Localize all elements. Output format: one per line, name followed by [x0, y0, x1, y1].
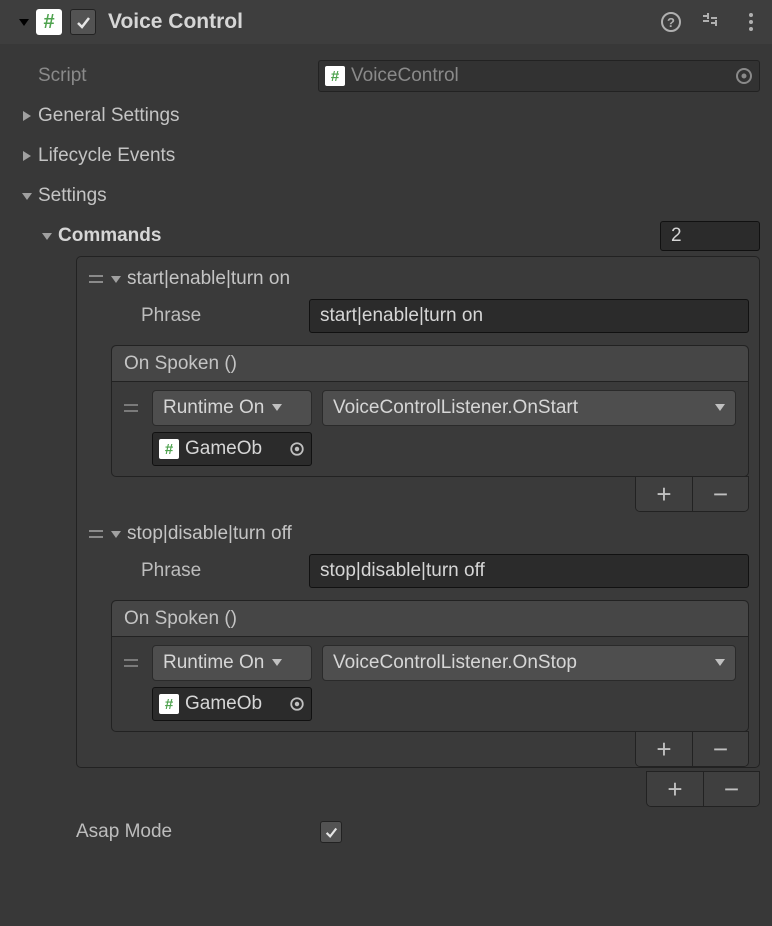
event-remove-button[interactable]: − — [692, 477, 748, 511]
element-title: stop|disable|turn off — [127, 523, 292, 545]
element-foldout[interactable] — [109, 272, 127, 286]
commands-label: Commands — [58, 225, 161, 247]
element-title: start|enable|turn on — [127, 268, 290, 290]
csharp-script-icon: # — [36, 9, 62, 35]
event-header: On Spoken () — [112, 601, 748, 637]
callstate-dropdown[interactable]: Runtime On — [152, 645, 312, 681]
element-foldout[interactable] — [109, 527, 127, 541]
function-dropdown[interactable]: VoiceControlListener.OnStart — [322, 390, 736, 426]
event-add-button[interactable]: + — [636, 477, 692, 511]
lifecycle-events-foldout[interactable]: Lifecycle Events — [0, 136, 772, 176]
csharp-script-icon: # — [159, 694, 179, 714]
reorder-handle-icon[interactable] — [87, 528, 105, 540]
settings-label: Settings — [38, 185, 107, 207]
commands-size-field[interactable]: 2 — [660, 221, 760, 251]
general-settings-label: General Settings — [38, 105, 180, 127]
object-picker-icon[interactable] — [289, 441, 305, 457]
help-icon[interactable]: ? — [660, 11, 682, 33]
csharp-script-icon: # — [159, 439, 179, 459]
reorder-handle-icon[interactable] — [87, 273, 105, 285]
event-add-button[interactable]: + — [636, 732, 692, 766]
object-picker-icon[interactable] — [735, 67, 753, 85]
csharp-script-icon: # — [325, 66, 345, 86]
chevron-down-icon — [272, 659, 282, 667]
callstate-dropdown[interactable]: Runtime On — [152, 390, 312, 426]
commands-add-button[interactable]: + — [647, 772, 703, 806]
chevron-down-icon — [272, 404, 282, 412]
phrase-input[interactable]: start|enable|turn on — [309, 299, 749, 333]
function-dropdown[interactable]: VoiceControlListener.OnStop — [322, 645, 736, 681]
commands-list: start|enable|turn on Phrase start|enable… — [76, 256, 760, 768]
asap-mode-label: Asap Mode — [76, 821, 320, 843]
on-spoken-event: On Spoken () Runtime On VoiceControlList… — [111, 345, 749, 477]
presets-icon[interactable] — [700, 11, 722, 33]
component-foldout[interactable] — [16, 12, 32, 32]
reorder-handle-icon[interactable] — [124, 657, 142, 669]
object-picker-icon[interactable] — [289, 696, 305, 712]
event-remove-button[interactable]: − — [692, 732, 748, 766]
script-label: Script — [38, 65, 318, 87]
phrase-input[interactable]: stop|disable|turn off — [309, 554, 749, 588]
svg-text:?: ? — [667, 15, 675, 30]
context-menu-icon[interactable] — [740, 11, 762, 33]
settings-foldout[interactable]: Settings — [0, 176, 772, 216]
script-field: # VoiceControl — [318, 60, 760, 92]
lifecycle-events-label: Lifecycle Events — [38, 145, 175, 167]
target-object-field[interactable]: # GameOb — [152, 687, 312, 721]
script-value: VoiceControl — [351, 65, 459, 87]
chevron-down-icon — [715, 659, 725, 667]
phrase-label: Phrase — [141, 560, 309, 582]
phrase-label: Phrase — [141, 305, 309, 327]
reorder-handle-icon[interactable] — [124, 402, 142, 414]
event-header: On Spoken () — [112, 346, 748, 382]
on-spoken-event: On Spoken () Runtime On VoiceControlList… — [111, 600, 749, 732]
commands-remove-button[interactable]: − — [703, 772, 759, 806]
target-object-field[interactable]: # GameOb — [152, 432, 312, 466]
general-settings-foldout[interactable]: General Settings — [0, 96, 772, 136]
component-enabled-checkbox[interactable] — [70, 9, 96, 35]
chevron-down-icon — [715, 404, 725, 412]
component-title: Voice Control — [108, 10, 660, 34]
asap-mode-checkbox[interactable] — [320, 821, 342, 843]
commands-foldout[interactable]: Commands 2 — [0, 216, 772, 256]
